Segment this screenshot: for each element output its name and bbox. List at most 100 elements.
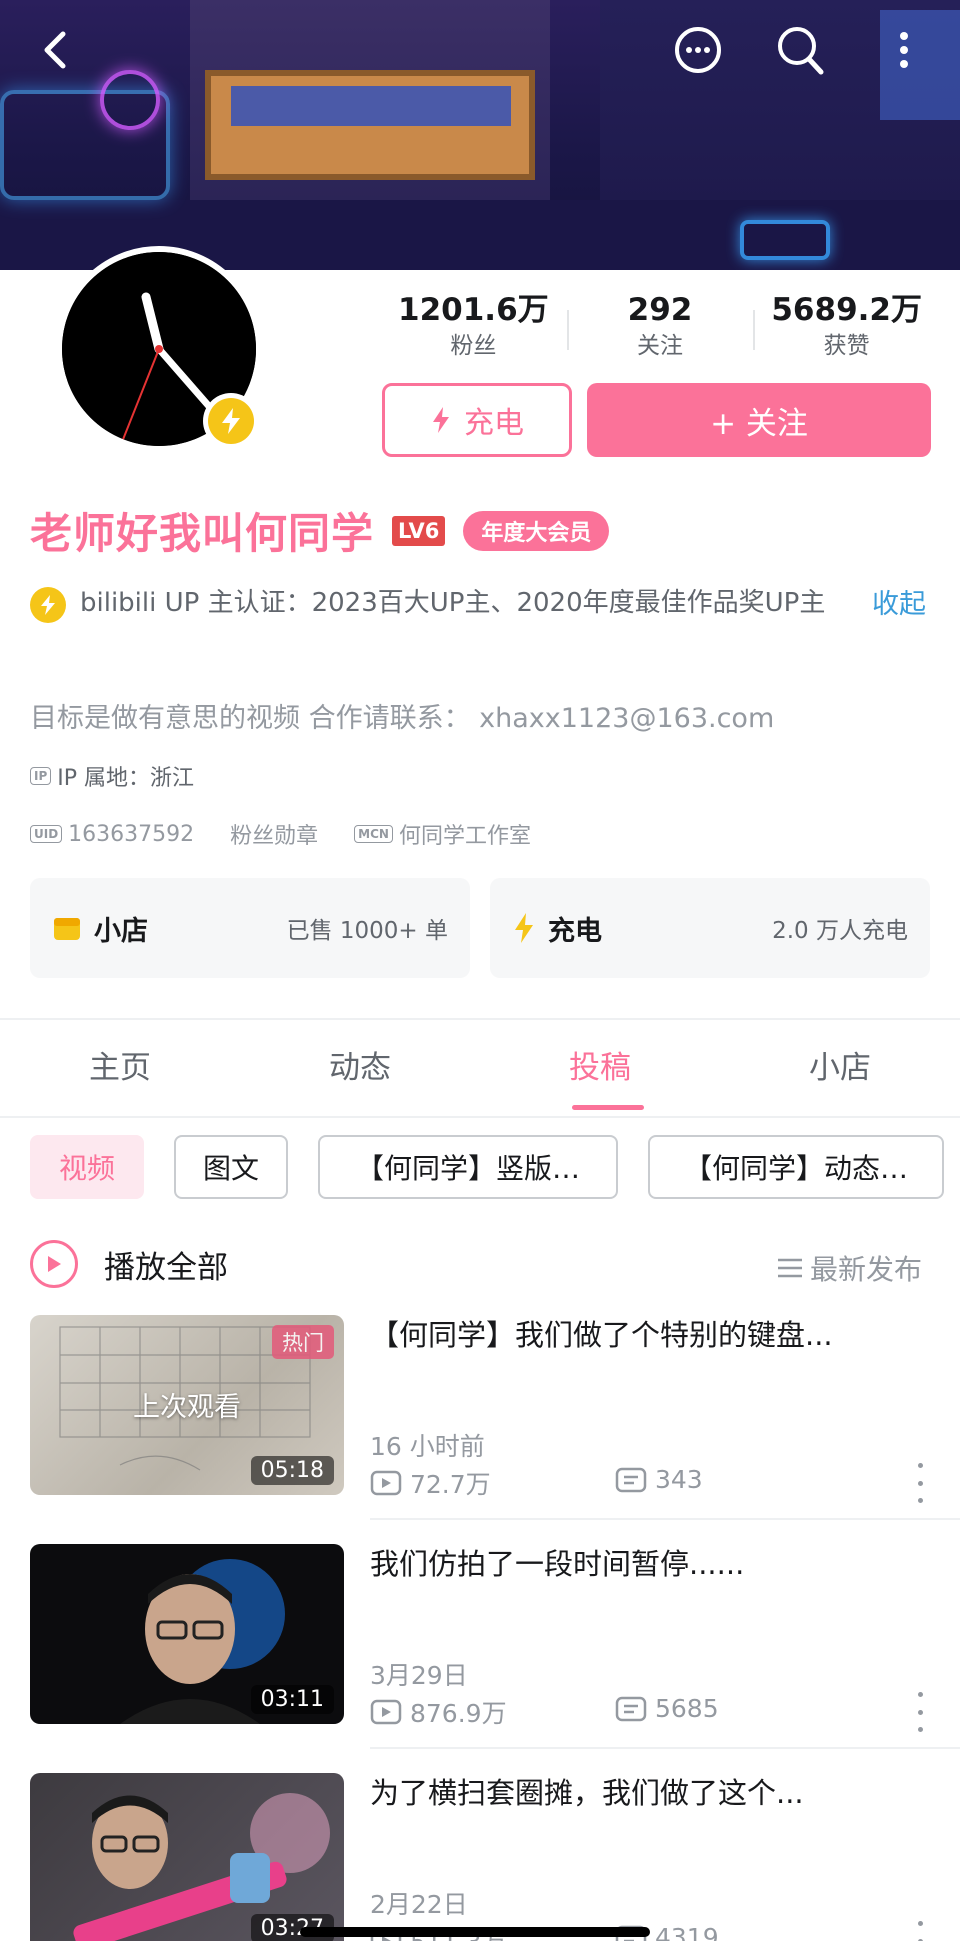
collapse-link[interactable]: 收起	[872, 582, 926, 621]
divider	[0, 1018, 960, 1020]
danmu-count: 343	[655, 1465, 703, 1494]
sort-button[interactable]: 最新发布	[776, 1248, 922, 1288]
shop-card-sub: 已售 1000+ 单	[286, 918, 448, 944]
video-views: 72.7万	[370, 1465, 491, 1501]
likes-count: 5689.2万	[771, 292, 922, 328]
divider	[370, 1518, 960, 1520]
tab-home[interactable]: 主页	[0, 1030, 240, 1112]
chat-bubble-icon	[675, 27, 721, 73]
last-watched-label: 上次观看	[133, 1392, 241, 1423]
video-duration: 03:11	[250, 1685, 334, 1714]
name-row: 老师好我叫何同学 LV6 年度大会员	[30, 500, 610, 561]
message-button[interactable]	[668, 20, 728, 80]
tab-bar: 主页 动态 投稿 小店	[0, 1030, 960, 1112]
tab-dynamic[interactable]: 动态	[240, 1030, 480, 1112]
search-button[interactable]	[770, 20, 830, 80]
video-title: 我们仿拍了一段时间暂停......	[370, 1547, 745, 1581]
follow-button[interactable]: + 关注	[587, 383, 931, 457]
fans-label: 粉丝	[450, 333, 497, 359]
fans-stat[interactable]: 1201.6万 粉丝	[380, 290, 567, 370]
likes-stat[interactable]: 5689.2万 获赞	[753, 290, 940, 370]
uid-icon: UID	[30, 825, 63, 843]
video-danmu: 343	[615, 1465, 703, 1494]
banner-neon-sign	[100, 70, 160, 130]
feature-cards: 小店 已售 1000+ 单 充电 2.0 万人充电	[30, 878, 930, 978]
back-button[interactable]	[26, 20, 86, 80]
fan-medal-item[interactable]: 粉丝勋章	[230, 818, 318, 850]
chip-collection-dynamic[interactable]: 【何同学】动态…	[648, 1135, 944, 1199]
lightning-icon	[515, 913, 533, 943]
tab-shop[interactable]: 小店	[720, 1030, 960, 1112]
uid-item[interactable]: UID 163637592	[30, 822, 194, 847]
video-title: 为了横扫套圈摊，我们做了这个...	[370, 1776, 804, 1810]
video-title: 【何同学】我们做了个特别的键盘...	[370, 1318, 833, 1352]
video-time: 3月29日	[370, 1661, 468, 1690]
play-all-label: 播放全部	[104, 1249, 228, 1286]
video-item[interactable]: 03:27 为了横扫套圈摊，我们做了这个... 2月22日 511.3万 431…	[30, 1773, 960, 1941]
charge-button[interactable]: 充电	[382, 383, 572, 457]
danmaku-icon	[615, 1696, 647, 1721]
certification-text: bilibili UP 主认证：2023百大UP主、2020年度最佳作品奖UP主	[80, 588, 826, 618]
video-views: 876.9万	[370, 1694, 507, 1730]
video-more-icon[interactable]	[910, 1463, 930, 1503]
likes-label: 获赞	[823, 333, 870, 359]
video-thumbnail: 热门 上次观看 05:18	[30, 1315, 344, 1495]
video-more-icon[interactable]	[910, 1692, 930, 1732]
tab-uploads[interactable]: 投稿	[480, 1030, 720, 1112]
danmaku-icon	[615, 1467, 647, 1492]
chip-article[interactable]: 图文	[174, 1135, 288, 1199]
following-count: 292	[627, 292, 693, 328]
filter-chips: 视频 图文 【何同学】竖版… 【何同学】动态…	[30, 1135, 944, 1199]
ip-text: IP 属地：浙江	[57, 766, 195, 791]
ip-icon: IP	[30, 767, 52, 785]
lightning-icon	[222, 408, 240, 434]
more-options-button[interactable]	[874, 20, 934, 80]
play-count-icon	[370, 1699, 402, 1725]
fans-count: 1201.6万	[398, 292, 549, 328]
charge-label: 充电	[464, 406, 524, 441]
following-label: 关注	[637, 333, 683, 359]
play-circle-icon	[30, 1240, 78, 1288]
vertical-dots-icon	[900, 32, 908, 68]
divider	[0, 1116, 960, 1118]
home-indicator	[300, 1927, 650, 1937]
verified-badge	[203, 393, 259, 449]
following-stat[interactable]: 292 关注	[566, 290, 754, 370]
video-more-icon[interactable]	[910, 1921, 930, 1941]
views-count: 72.7万	[410, 1470, 491, 1499]
chip-collection-vertical[interactable]: 【何同学】竖版…	[318, 1135, 618, 1199]
uid-text: 163637592	[68, 821, 195, 847]
shop-card-title: 小店	[94, 915, 148, 947]
mcn-item[interactable]: MCN 何同学工作室	[354, 818, 531, 850]
danmu-count: 4319	[655, 1923, 719, 1941]
charge-card[interactable]: 充电 2.0 万人充电	[490, 878, 930, 978]
back-arrow-icon	[44, 31, 66, 69]
charge-card-title: 充电	[548, 915, 602, 947]
chip-video[interactable]: 视频	[30, 1135, 144, 1199]
shop-card[interactable]: 小店 已售 1000+ 单	[30, 878, 470, 978]
video-time: 16 小时前	[370, 1432, 485, 1461]
fan-medal-text: 粉丝勋章	[230, 824, 319, 849]
level-badge: LV6	[392, 515, 446, 546]
stats-row: 1201.6万 粉丝 292 关注 5689.2万 获赞	[380, 290, 940, 370]
vip-badge[interactable]: 年度大会员	[463, 510, 610, 551]
video-item[interactable]: 03:11 我们仿拍了一段时间暂停...... 3月29日 876.9万 568…	[30, 1544, 960, 1732]
video-time: 2月22日	[370, 1890, 468, 1919]
sort-label: 最新发布	[810, 1253, 923, 1286]
video-thumbnail: 03:27	[30, 1773, 344, 1941]
bio: 目标是做有意思的视频 合作请联系： xhaxx1123@163.com	[30, 703, 775, 734]
play-count-icon	[370, 1470, 402, 1496]
play-all-button[interactable]: 播放全部	[30, 1240, 228, 1288]
search-icon	[778, 27, 824, 75]
certification: bilibili UP 主认证：2023百大UP主、2020年度最佳作品奖UP主	[30, 583, 860, 624]
danmu-count: 5685	[655, 1694, 719, 1723]
video-item[interactable]: 热门 上次观看 05:18 【何同学】我们做了个特别的键盘... 16 小时前 …	[30, 1315, 960, 1503]
mcn-text: 何同学工作室	[398, 824, 531, 849]
banner-neon-sign	[740, 220, 830, 260]
hot-badge: 热门	[272, 1325, 334, 1359]
divider	[370, 1747, 960, 1749]
username: 老师好我叫何同学	[30, 509, 375, 558]
banner-bed	[205, 70, 535, 180]
shop-icon	[54, 918, 80, 940]
list-icon	[778, 1258, 802, 1278]
